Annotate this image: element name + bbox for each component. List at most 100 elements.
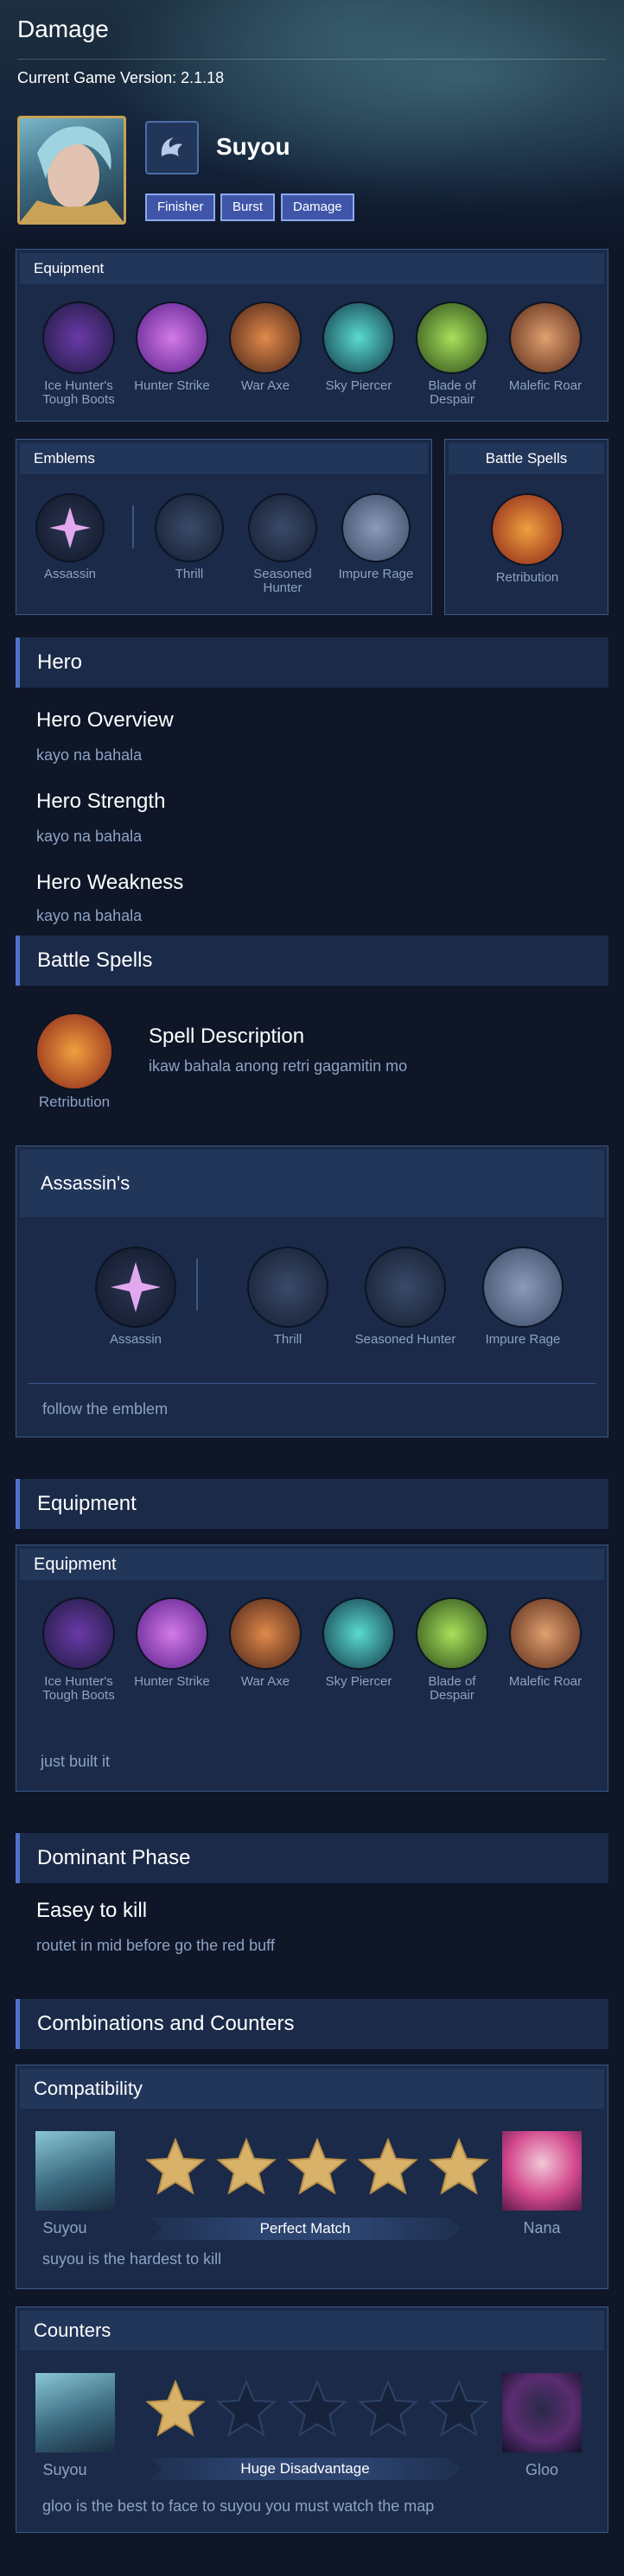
impure-rage-icon-large	[482, 1247, 564, 1328]
emblem-divider	[132, 505, 134, 549]
hero-portrait[interactable]	[17, 116, 126, 225]
equip-hunter-strike[interactable]: Hunter Strike	[129, 301, 215, 393]
retribution-icon	[491, 493, 564, 566]
blade-of-despair-icon	[416, 1597, 488, 1670]
equip2-hunter-strike[interactable]: Hunter Strike	[129, 1597, 215, 1689]
title-divider	[17, 59, 607, 60]
talent-thrill[interactable]: Thrill	[146, 493, 232, 581]
spell-retribution-top[interactable]: Retribution	[484, 493, 570, 585]
boots-icon	[42, 301, 115, 374]
suyou-avatar-counter[interactable]	[35, 2373, 115, 2452]
sky-piercer-icon	[322, 301, 395, 374]
seasoned-hunter-icon-large	[365, 1247, 446, 1328]
equip2-blade-of-despair[interactable]: Blade of Despair	[409, 1597, 495, 1703]
hunter-strike-icon	[136, 1597, 208, 1670]
dominant-phase-text: routet in mid before go the red buff	[36, 1937, 275, 1954]
equip-ice-hunters-tough-boots[interactable]: Ice Hunter's Tough Boots	[35, 301, 122, 407]
equipment-panel-title: Equipment	[20, 253, 604, 284]
hero-strength-text: kayo na bahala	[36, 828, 143, 845]
compatibility-panel: Compatibility Suyou Perfect Match Nana s…	[16, 2065, 608, 2289]
counters-verdict: Huge Disadvantage	[150, 2458, 461, 2480]
hero-name: Suyou	[216, 133, 290, 160]
game-version: Current Game Version: 2.1.18	[17, 69, 225, 86]
battle-spells-panel-top: Battle Spells Retribution	[444, 439, 608, 615]
retribution-icon-large	[35, 1012, 113, 1090]
nana-avatar[interactable]	[502, 2131, 582, 2211]
compat-note: suyou is the hardest to kill	[42, 2250, 222, 2268]
page-title: Damage	[17, 16, 109, 42]
equip-malefic-roar[interactable]: Malefic Roar	[502, 301, 589, 393]
assassin-role-icon	[145, 121, 199, 174]
war-axe-icon	[229, 301, 302, 374]
hunter-strike-icon	[136, 301, 208, 374]
counters-right-name: Gloo	[525, 2461, 559, 2478]
emblems-panel-title: Emblems	[20, 443, 428, 474]
compat-star-3-filled	[287, 2137, 347, 2195]
emblem-detail-title: Assassin's	[20, 1150, 604, 1217]
counters-note: gloo is the best to face to suyou you mu…	[42, 2497, 435, 2515]
equipment-detail-panel: Equipment Ice Hunter's Tough Boots Hunte…	[16, 1545, 608, 1792]
hero-weakness-title: Hero Weakness	[36, 871, 184, 894]
equip-sky-piercer[interactable]: Sky Piercer	[315, 301, 402, 393]
equip-war-axe[interactable]: War Axe	[222, 301, 309, 393]
compatibility-title: Compatibility	[20, 2069, 604, 2109]
counters-stars	[145, 2379, 489, 2437]
equip-blade-of-despair[interactable]: Blade of Despair	[409, 301, 495, 407]
emblem-assassin[interactable]: Assassin	[27, 493, 113, 581]
sky-piercer-icon	[322, 1597, 395, 1670]
impure-rage-icon	[341, 493, 411, 562]
boots-icon	[42, 1597, 115, 1670]
emblem-detail-panel: Assassin's Assassin Thrill Seasoned Hunt…	[16, 1145, 608, 1437]
assassin-emblem-icon	[35, 493, 105, 562]
counters-title: Counters	[20, 2311, 604, 2351]
compat-star-1-filled	[145, 2137, 206, 2195]
equip2-malefic-roar[interactable]: Malefic Roar	[502, 1597, 589, 1689]
compat-stars	[145, 2137, 489, 2195]
equip2-war-axe[interactable]: War Axe	[222, 1597, 309, 1689]
war-axe-icon	[229, 1597, 302, 1670]
emblem-detail-seasoned-hunter[interactable]: Seasoned Hunter	[345, 1247, 466, 1347]
hero-strength-title: Hero Strength	[36, 790, 166, 813]
hero-section-header: Hero	[16, 638, 608, 688]
combos-section-header: Combinations and Counters	[16, 1999, 608, 2049]
spell-description-text: ikaw bahala anong retri gagamitin mo	[149, 1057, 408, 1075]
compat-star-5-filled	[429, 2137, 489, 2195]
malefic-roar-icon	[509, 1597, 582, 1670]
spell-retribution[interactable]: Retribution	[31, 1012, 118, 1109]
counters-star-5-empty	[429, 2379, 489, 2437]
dominant-phase-header: Dominant Phase	[16, 1833, 608, 1883]
talent-impure-rage[interactable]: Impure Rage	[333, 493, 419, 581]
spell-description-title: Spell Description	[149, 1025, 305, 1048]
hero-overview-title: Hero Overview	[36, 708, 174, 732]
emblem-detail-thrill[interactable]: Thrill	[227, 1247, 348, 1347]
suyou-avatar[interactable]	[35, 2131, 115, 2211]
tag-burst[interactable]: Burst	[220, 194, 276, 221]
tag-damage[interactable]: Damage	[281, 194, 354, 221]
compat-star-4-filled	[358, 2137, 418, 2195]
compat-verdict: Perfect Match	[150, 2218, 461, 2240]
tag-finisher[interactable]: Finisher	[145, 194, 216, 221]
equipment-panel-top: Equipment Ice Hunter's Tough Boots Hunte…	[16, 249, 608, 422]
hero-overview-text: kayo na bahala	[36, 746, 143, 764]
emblem-note: follow the emblem	[42, 1400, 169, 1418]
thrill-icon-large	[247, 1247, 328, 1328]
counters-star-1-filled	[145, 2379, 206, 2437]
counters-star-4-empty	[358, 2379, 418, 2437]
equip2-sky-piercer[interactable]: Sky Piercer	[315, 1597, 402, 1689]
hero-weakness-text: kayo na bahala	[36, 907, 143, 924]
blade-of-despair-icon	[416, 301, 488, 374]
assassin-emblem-icon-large	[95, 1247, 176, 1328]
compat-left-name: Suyou	[42, 2219, 87, 2237]
talent-seasoned-hunter[interactable]: Seasoned Hunter	[239, 493, 326, 595]
compat-star-2-filled	[216, 2137, 277, 2195]
equip2-ice-hunters-tough-boots[interactable]: Ice Hunter's Tough Boots	[35, 1597, 122, 1703]
counters-star-2-empty	[216, 2379, 277, 2437]
emblem-detail-assassin[interactable]: Assassin	[75, 1247, 196, 1347]
battle-spells-section-header: Battle Spells	[16, 936, 608, 986]
emblems-panel-top: Emblems Assassin Thrill Seasoned Hunter …	[16, 439, 432, 615]
gloo-avatar[interactable]	[502, 2373, 582, 2452]
counters-star-3-empty	[287, 2379, 347, 2437]
emblem-detail-impure-rage[interactable]: Impure Rage	[462, 1247, 583, 1347]
compat-right-name: Nana	[523, 2219, 561, 2237]
dominant-phase-heading: Easey to kill	[36, 1899, 148, 1922]
